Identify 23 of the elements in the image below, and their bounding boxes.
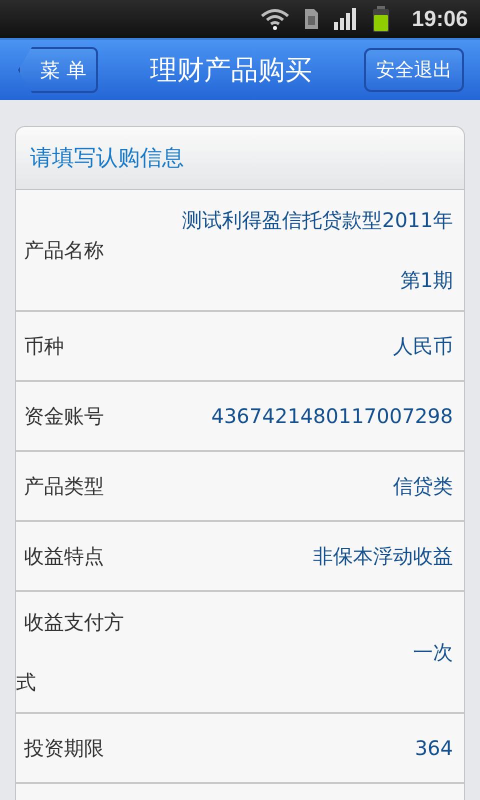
battery-icon bbox=[372, 6, 390, 32]
logout-button[interactable]: 安全退出 bbox=[364, 48, 464, 92]
field-value: 一次 bbox=[413, 639, 453, 666]
wifi-icon bbox=[260, 8, 290, 30]
field-value: 测试利得盈信托贷款型2011年第1期 bbox=[181, 207, 453, 294]
clock: 19:06 bbox=[412, 6, 468, 32]
field-label: 资金账号 bbox=[23, 403, 105, 430]
field-label: 收益特点 bbox=[23, 543, 105, 570]
page-title: 理财产品购买 bbox=[150, 54, 312, 88]
sim-card-icon bbox=[304, 8, 320, 30]
form-title: 请填写认购信息 bbox=[30, 145, 184, 173]
field-label: 币种 bbox=[23, 333, 65, 360]
field-value: 4367421480117007298 bbox=[211, 403, 453, 430]
signal-icon bbox=[334, 8, 358, 30]
field-label: 产品类型 bbox=[23, 473, 105, 500]
field-label: 产品名称 bbox=[23, 237, 105, 264]
field-value: 非保本浮动收益 bbox=[313, 543, 453, 570]
menu-back-button[interactable]: 菜 单 bbox=[18, 47, 98, 93]
field-value: 人民币 bbox=[393, 333, 453, 360]
field-value: 364 bbox=[414, 735, 453, 762]
field-label: 收益支付方式 bbox=[16, 609, 125, 696]
field-label: 投资期限 bbox=[23, 735, 105, 762]
field-value: 信贷类 bbox=[393, 473, 453, 500]
